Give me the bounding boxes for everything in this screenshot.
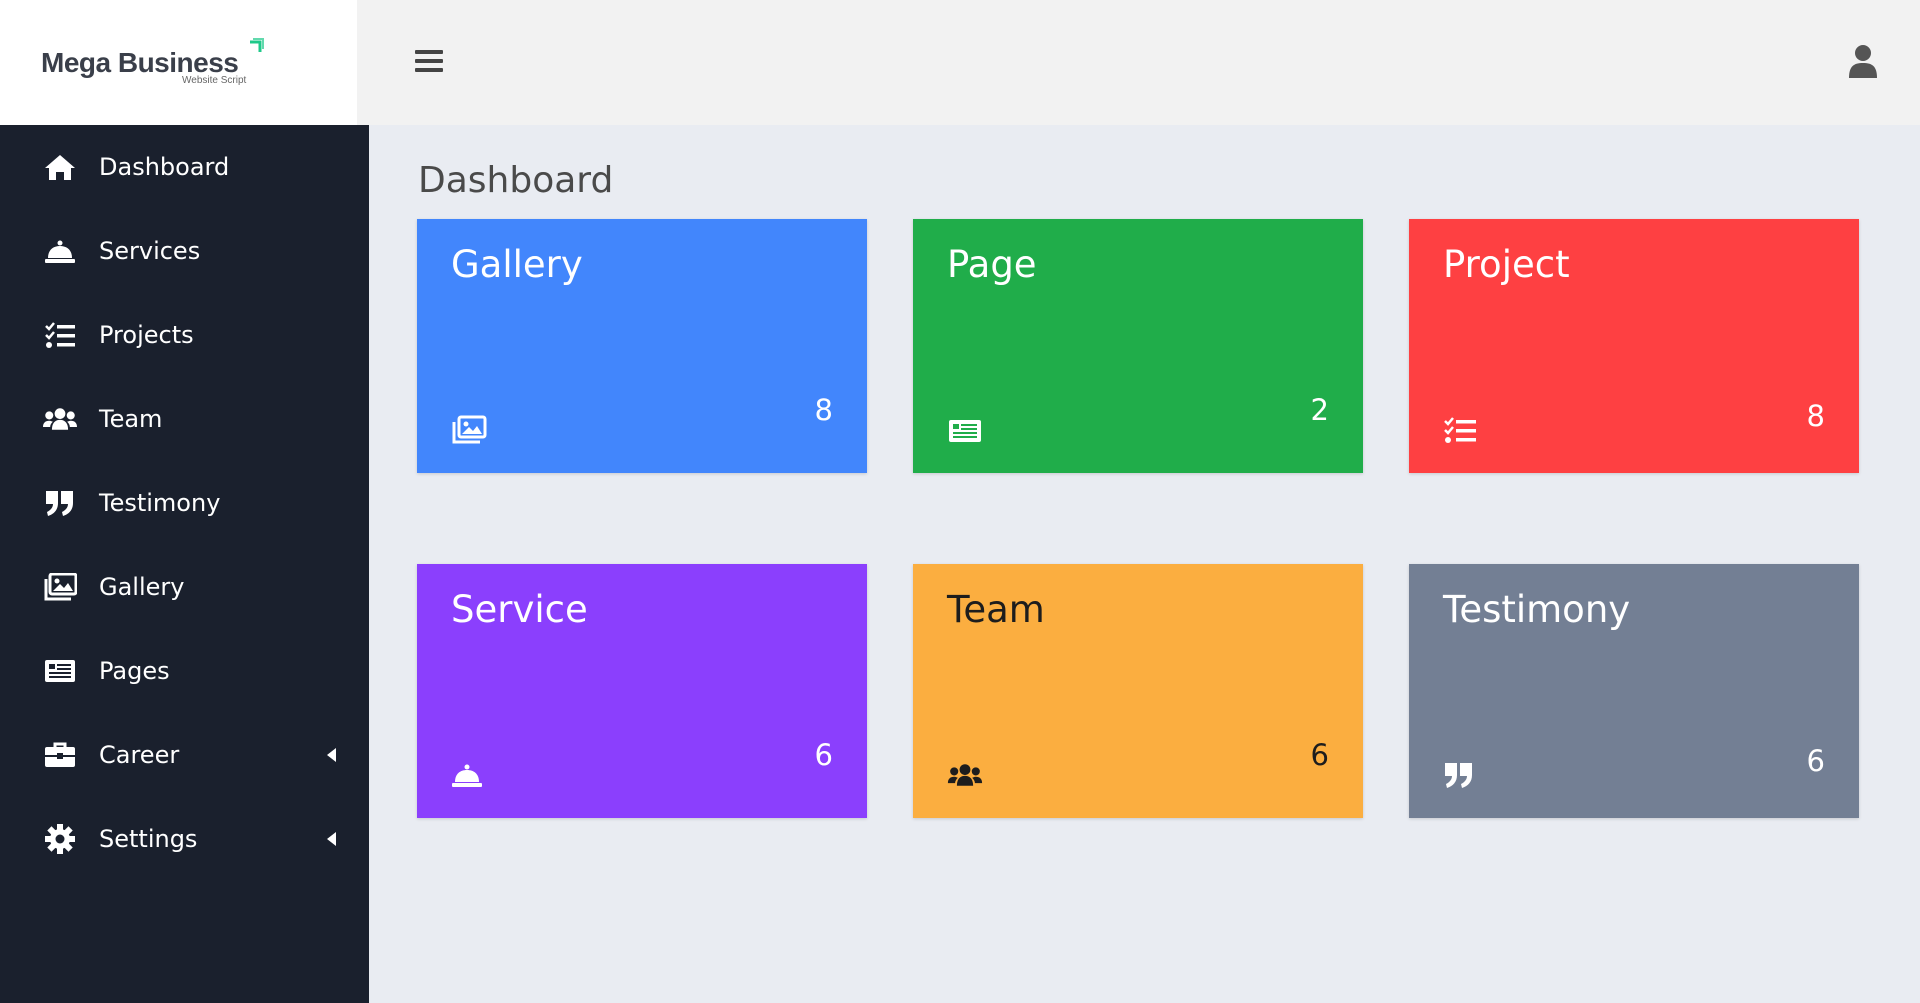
bell-icon [452, 764, 482, 787]
tasks-icon [43, 320, 77, 350]
sidebar-item-label: Gallery [99, 573, 185, 601]
card-title: Project [1443, 243, 1570, 286]
card-team[interactable]: Team 6 [913, 564, 1363, 818]
card-count: 8 [814, 393, 833, 427]
briefcase-icon [43, 740, 77, 770]
sidebar-item-label: Projects [99, 321, 194, 349]
page-title: Dashboard [418, 160, 614, 201]
card-count: 6 [1310, 738, 1329, 772]
card-count: 8 [1806, 399, 1825, 433]
hamburger-icon[interactable] [415, 50, 443, 74]
chevron-left-icon [327, 832, 336, 846]
brand-logo[interactable]: Mega Business Website Script [0, 0, 357, 125]
card-title: Team [947, 588, 1045, 631]
card-testimony[interactable]: Testimony 6 [1409, 564, 1859, 818]
sidebar-item-gallery[interactable]: Gallery [0, 545, 369, 629]
sidebar-item-projects[interactable]: Projects [0, 293, 369, 377]
card-title: Page [947, 243, 1037, 286]
card-gallery[interactable]: Gallery 8 [417, 219, 867, 473]
images-icon [43, 572, 77, 602]
sidebar-item-label: Career [99, 741, 180, 769]
card-title: Gallery [451, 243, 583, 286]
sidebar-item-team[interactable]: Team [0, 377, 369, 461]
card-count: 6 [1806, 744, 1825, 778]
sidebar-item-services[interactable]: Services [0, 209, 369, 293]
home-icon [43, 152, 77, 182]
brand-tagline: Website Script [182, 75, 247, 86]
sidebar-item-testimony[interactable]: Testimony [0, 461, 369, 545]
user-icon[interactable] [1848, 44, 1878, 78]
card-service[interactable]: Service 6 [417, 564, 867, 818]
images-icon [452, 415, 487, 444]
card-count: 6 [814, 738, 833, 772]
card-project[interactable]: Project 8 [1409, 219, 1859, 473]
gear-icon [43, 824, 77, 854]
brand-name: Mega Business [41, 46, 239, 78]
card-page[interactable]: Page 2 [913, 219, 1363, 473]
card-title: Service [451, 588, 588, 631]
card-count: 2 [1310, 393, 1329, 427]
newspaper-icon [43, 656, 77, 686]
logo-arrow-icon [250, 38, 264, 52]
sidebar-item-dashboard[interactable]: Dashboard [0, 125, 369, 209]
tasks-icon [1444, 417, 1476, 443]
sidebar-item-label: Dashboard [99, 153, 230, 181]
bell-icon [43, 236, 77, 266]
sidebar-item-label: Settings [99, 825, 198, 853]
sidebar-item-label: Team [99, 405, 163, 433]
users-icon [947, 764, 983, 786]
sidebar: Dashboard Services Projects Team Testimo… [0, 125, 369, 1003]
quote-icon [1445, 763, 1472, 788]
newspaper-icon [949, 420, 981, 442]
sidebar-item-pages[interactable]: Pages [0, 629, 369, 713]
top-bar [357, 0, 1920, 125]
quote-icon [43, 488, 77, 518]
card-title: Testimony [1443, 588, 1631, 631]
sidebar-item-label: Pages [99, 657, 170, 685]
sidebar-item-label: Testimony [99, 489, 221, 517]
chevron-left-icon [327, 748, 336, 762]
users-icon [43, 404, 77, 434]
sidebar-item-career[interactable]: Career [0, 713, 369, 797]
sidebar-item-label: Services [99, 237, 201, 265]
sidebar-item-settings[interactable]: Settings [0, 797, 369, 881]
